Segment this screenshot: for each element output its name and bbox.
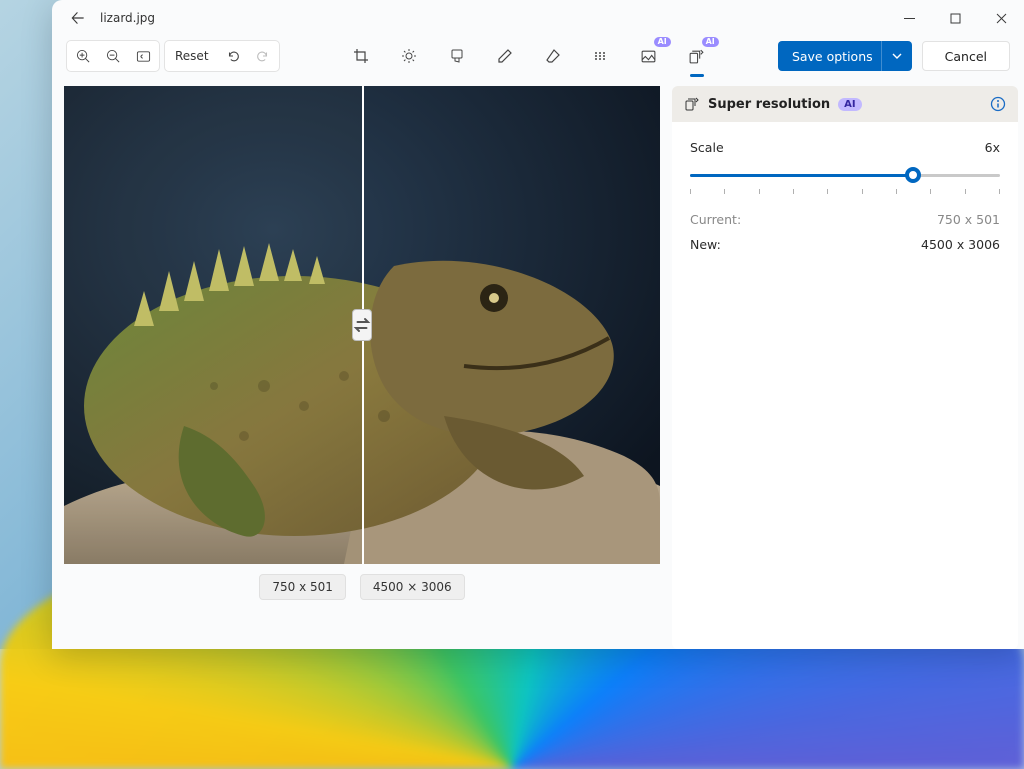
ai-badge: AI	[702, 37, 719, 47]
canvas-column: 750 x 501 4500 × 3006	[64, 86, 660, 649]
minimize-button[interactable]	[886, 0, 932, 36]
reset-button[interactable]: Reset	[167, 43, 217, 69]
upscale-icon	[688, 48, 705, 65]
back-button[interactable]	[62, 3, 94, 33]
super-resolution-panel: Super resolution AI Scale 6x	[672, 86, 1024, 649]
info-icon	[990, 96, 1006, 112]
swap-icon	[353, 310, 371, 340]
ai-badge: AI	[654, 37, 671, 47]
title-bar: lizard.jpg	[52, 0, 1024, 36]
slider-fill	[690, 174, 913, 177]
undo-button[interactable]	[219, 43, 247, 69]
save-options-button[interactable]: Save options	[778, 41, 912, 71]
size-badges: 750 x 501 4500 × 3006	[259, 574, 464, 600]
eraser-icon	[545, 48, 561, 64]
toolbar-actions: Save options Cancel	[778, 41, 1010, 71]
maximize-icon	[950, 13, 961, 24]
upscaled-size-badge: 4500 × 3006	[360, 574, 465, 600]
zoom-out-button[interactable]	[99, 43, 127, 69]
super-resolution-tool[interactable]: AI	[683, 41, 711, 71]
resolution-label: Current:	[690, 212, 741, 227]
panel-body: Scale 6x Current: 750 x 501 New: 4500 x 300…	[672, 122, 1018, 649]
scale-value: 6x	[985, 140, 1000, 155]
zoom-in-button[interactable]	[69, 43, 97, 69]
adjust-tool[interactable]	[395, 41, 423, 71]
minimize-icon	[904, 13, 915, 24]
zoom-in-icon	[76, 49, 91, 64]
history-group: Reset	[164, 40, 280, 72]
scale-row: Scale 6x	[690, 140, 1000, 155]
markup-tool[interactable]	[491, 41, 519, 71]
fit-button[interactable]	[129, 43, 157, 69]
crop-icon	[353, 48, 369, 64]
file-name: lizard.jpg	[100, 11, 155, 25]
pen-icon	[497, 48, 513, 64]
close-icon	[996, 13, 1007, 24]
arrow-left-icon	[71, 11, 85, 25]
crop-tool[interactable]	[347, 41, 375, 71]
brightness-icon	[401, 48, 417, 64]
filter-tool[interactable]	[443, 41, 471, 71]
app-window: lizard.jpg Reset	[52, 0, 1024, 649]
toolbar: Reset	[52, 36, 1024, 76]
original-size-badge: 750 x 501	[259, 574, 346, 600]
close-button[interactable]	[978, 0, 1024, 36]
zoom-out-icon	[106, 49, 121, 64]
blur-tool[interactable]	[587, 41, 615, 71]
panel-title: Super resolution	[708, 97, 830, 112]
tool-tabs: AI AI	[347, 41, 711, 71]
blur-icon	[593, 48, 609, 64]
panel-header: Super resolution AI	[672, 86, 1018, 122]
ai-badge: AI	[838, 98, 861, 111]
image-remove-icon	[640, 48, 657, 65]
filter-icon	[449, 48, 465, 64]
chevron-down-icon	[881, 41, 912, 71]
content-area: 750 x 501 4500 × 3006 Super resolution A…	[52, 76, 1024, 649]
comparison-handle[interactable]	[352, 309, 372, 341]
zoom-group	[66, 40, 160, 72]
resolution-row: Current: 750 x 501	[690, 212, 1000, 227]
image-canvas[interactable]	[64, 86, 660, 564]
redo-icon	[256, 49, 270, 63]
redo-button[interactable]	[249, 43, 277, 69]
fit-icon	[136, 49, 151, 64]
window-controls	[886, 0, 1024, 36]
maximize-button[interactable]	[932, 0, 978, 36]
cancel-button[interactable]: Cancel	[922, 41, 1010, 71]
save-label: Save options	[792, 49, 873, 64]
resolution-row: New: 4500 x 3006	[690, 237, 1000, 252]
resolution-value: 750 x 501	[937, 212, 1000, 227]
slider-ticks	[690, 189, 1000, 194]
scale-label: Scale	[690, 140, 724, 155]
scale-slider[interactable]	[690, 165, 1000, 194]
upscale-icon	[684, 96, 700, 112]
undo-icon	[226, 49, 240, 63]
background-remove-tool[interactable]: AI	[635, 41, 663, 71]
slider-thumb[interactable]	[905, 167, 921, 183]
resolution-value: 4500 x 3006	[921, 237, 1000, 252]
erase-tool[interactable]	[539, 41, 567, 71]
resolution-label: New:	[690, 237, 721, 252]
info-button[interactable]	[990, 96, 1006, 112]
